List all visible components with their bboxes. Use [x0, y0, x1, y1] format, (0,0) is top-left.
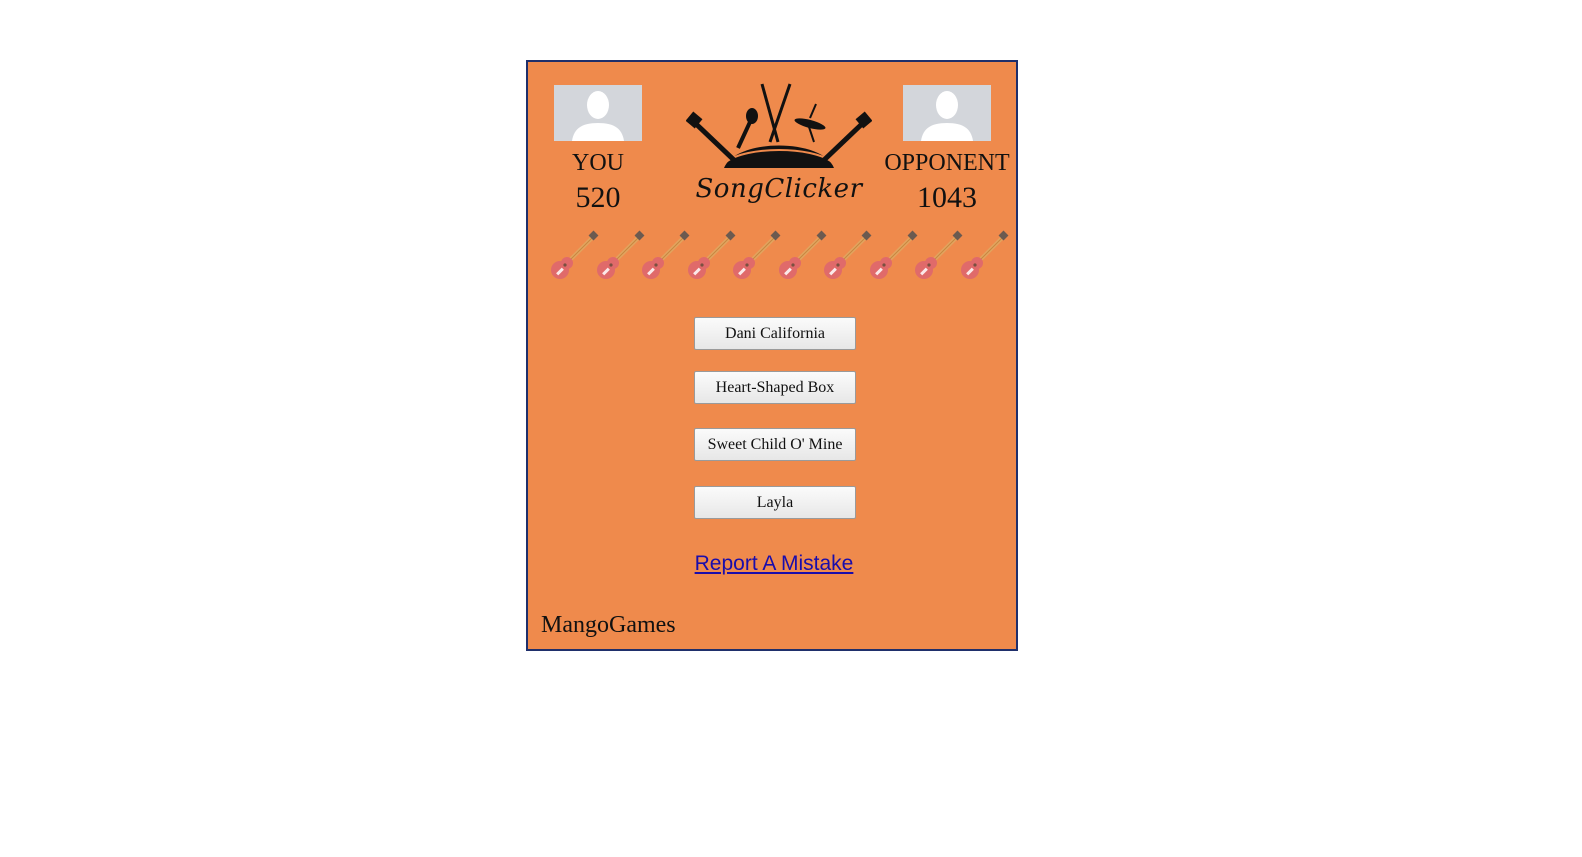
guitar-icon: [915, 230, 963, 279]
guitar-icon: [824, 230, 872, 279]
guitar-icon: [642, 230, 690, 279]
avatar-opponent: [903, 85, 991, 141]
answer-button-3[interactable]: Sweet Child O' Mine: [694, 428, 856, 461]
player-you: YOU 520: [533, 85, 663, 215]
player-label-opponent: OPPONENT: [884, 150, 1010, 176]
game-card: YOU 520 SongClicker OPPONENT 1043 Dani C…: [526, 60, 1018, 651]
guitar-icon: [551, 230, 599, 279]
player-label-you: YOU: [572, 150, 624, 176]
lives-row: [548, 230, 1009, 282]
user-silhouette-icon: [921, 91, 973, 141]
guitar-icon: [961, 230, 1009, 279]
answer-button-1[interactable]: Dani California: [694, 317, 856, 350]
logo-text: SongClicker: [695, 174, 863, 204]
footer-brand: MangoGames: [541, 612, 676, 638]
answer-button-2[interactable]: Heart-Shaped Box: [694, 371, 856, 404]
answer-button-4[interactable]: Layla: [694, 486, 856, 519]
player-opponent: OPPONENT 1043: [882, 85, 1012, 215]
player-score-opponent: 1043: [917, 181, 977, 214]
report-mistake-link[interactable]: Report A Mistake: [528, 552, 1020, 576]
songclicker-logo: SongClicker: [685, 82, 873, 208]
user-silhouette-icon: [572, 91, 624, 141]
player-score-you: 520: [575, 181, 621, 214]
band-instruments-icon: [685, 83, 873, 168]
guitar-icon: [733, 230, 781, 279]
avatar-you: [554, 85, 642, 141]
